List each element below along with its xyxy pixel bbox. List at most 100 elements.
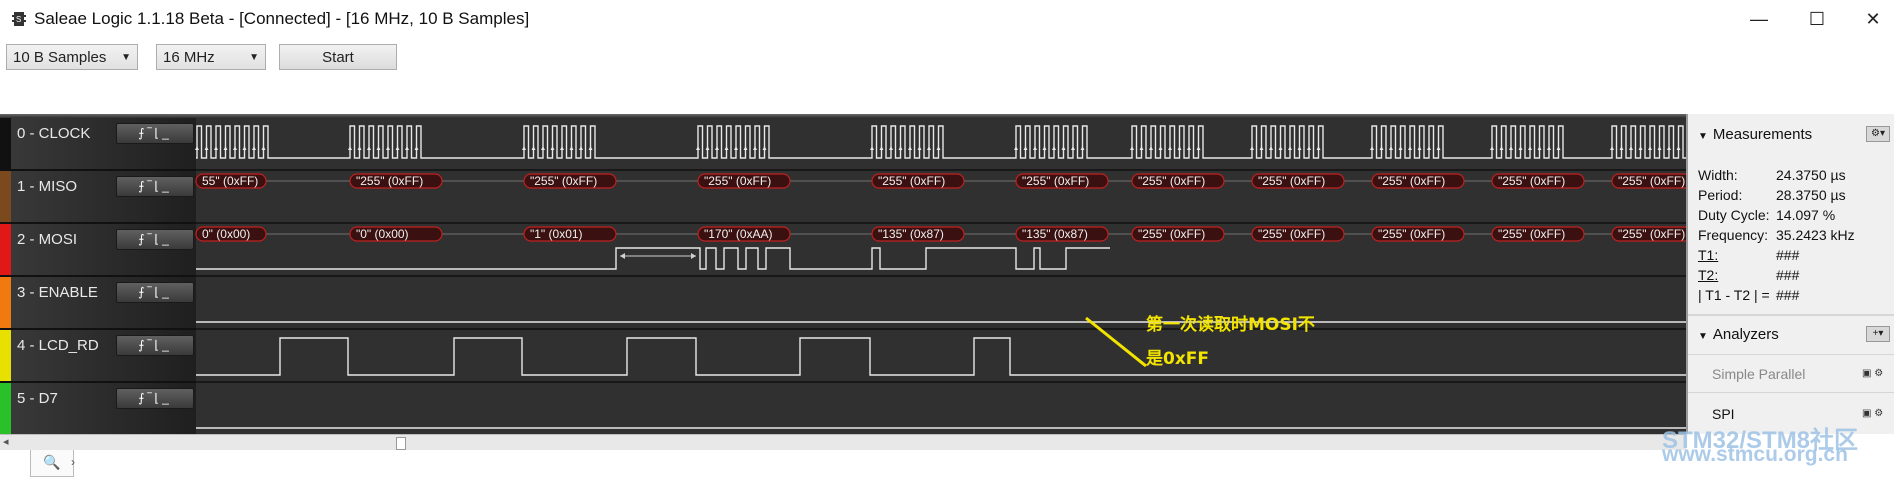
measurement-value-t2: ### xyxy=(1776,267,1800,283)
clock-waveform xyxy=(196,125,1686,159)
window-title: Saleae Logic 1.1.18 Beta - [Connected] -… xyxy=(34,9,530,28)
clock-edge-arrow xyxy=(724,146,729,150)
maximize-button[interactable]: ☐ xyxy=(1794,6,1840,32)
measurements-title: Measurements xyxy=(1712,126,1813,143)
clock-edge-arrow xyxy=(1278,146,1283,150)
clock-edge-arrow xyxy=(1648,146,1652,150)
sample-count-dropdown[interactable]: 10 B Samples ▼ xyxy=(6,44,138,70)
clock-edge-arrow xyxy=(1288,146,1292,150)
clock-edge-arrow xyxy=(386,146,390,150)
annotation-pointer-line xyxy=(1085,316,1147,368)
annotation-line-2: 是0xFF xyxy=(1146,349,1210,369)
clock-edge-arrow xyxy=(560,146,564,150)
annotation-line-1: 第一次读取时MOSI不 xyxy=(1146,315,1315,335)
clock-edge-arrow xyxy=(1556,146,1561,150)
measurements-gear-icon[interactable]: ⚙▾ xyxy=(1866,126,1890,142)
minimize-button[interactable]: — xyxy=(1736,6,1782,32)
clock-edge-arrow xyxy=(195,146,199,150)
scroll-left-arrow-icon[interactable]: ◂ xyxy=(3,435,9,448)
clock-edge-arrow xyxy=(569,146,574,150)
mosi-byte-label: "255" (0xFF) xyxy=(1378,227,1445,241)
miso-byte-label: "255" (0xFF) xyxy=(878,174,945,188)
clock-edge-arrow xyxy=(1667,146,1671,150)
mosi-byte-label: 0" (0x00) xyxy=(202,227,250,241)
analyzer-item-simple-parallel[interactable]: Simple Parallel xyxy=(1712,366,1805,382)
clock-edge-arrow xyxy=(376,146,381,150)
measurement-label-width: Width: xyxy=(1698,167,1738,183)
miso-byte-label: "255" (0xFF) xyxy=(1618,174,1685,188)
analyzers-header[interactable]: ▼ Analyzers xyxy=(1698,326,1779,343)
clock-edge-arrow xyxy=(1042,146,1047,150)
clock-edge-arrow xyxy=(252,146,256,150)
clock-edge-arrow xyxy=(1014,146,1018,150)
analyzer-controls-icon[interactable]: ▣ ⚙ xyxy=(1862,368,1892,380)
measurement-label-t2[interactable]: T2: xyxy=(1698,267,1718,283)
clock-edge-arrow xyxy=(1417,146,1422,150)
miso-byte-label: "255" (0xFF) xyxy=(704,174,771,188)
clock-edge-arrow xyxy=(1657,146,1662,150)
measurement-arrow-head xyxy=(691,253,696,259)
clock-edge-arrow xyxy=(1528,146,1532,150)
miso-byte-label: 55" (0xFF) xyxy=(202,174,258,188)
sample-count-value: 10 B Samples xyxy=(13,49,107,66)
start-button[interactable]: Start xyxy=(279,44,397,70)
clock-edge-arrow xyxy=(1379,146,1384,150)
clock-edge-arrow xyxy=(927,146,931,150)
title-bar: S Saleae Logic 1.1.18 Beta - [Connected]… xyxy=(0,0,1894,38)
clock-edge-arrow xyxy=(1547,146,1551,150)
analyzer-controls-icon[interactable]: ▣ ⚙ xyxy=(1862,408,1892,420)
clock-edge-arrow xyxy=(1196,146,1201,150)
mosi-byte-label: "1" (0x01) xyxy=(530,227,583,241)
clock-edge-arrow xyxy=(357,146,362,150)
clock-edge-arrow xyxy=(233,146,237,150)
clock-edge-arrow xyxy=(1168,146,1172,150)
clock-edge-arrow xyxy=(1052,146,1056,150)
clock-edge-arrow xyxy=(204,146,209,150)
horizontal-scrollbar[interactable]: ◂ xyxy=(0,434,1686,451)
clock-edge-arrow xyxy=(889,146,893,150)
clock-edge-arrow xyxy=(522,146,526,150)
mosi-byte-label: "170" (0xAA) xyxy=(704,227,773,241)
clock-edge-arrow xyxy=(1139,146,1144,150)
close-button[interactable]: ✕ xyxy=(1850,6,1894,32)
collapse-triangle-icon: ▼ xyxy=(1698,131,1708,142)
collapse-triangle-icon: ▼ xyxy=(1698,331,1708,342)
measurements-header[interactable]: ▼ Measurements xyxy=(1698,126,1812,143)
add-analyzer-icon[interactable]: +▾ xyxy=(1866,326,1890,342)
mosi-byte-label: "255" (0xFF) xyxy=(1498,227,1565,241)
sample-rate-dropdown[interactable]: 16 MHz ▼ xyxy=(156,44,266,70)
chevron-down-icon: ▼ xyxy=(121,52,131,63)
clock-edge-arrow xyxy=(1297,146,1302,150)
clock-edge-arrow xyxy=(214,146,218,150)
clock-edge-arrow xyxy=(1619,146,1624,150)
mosi-byte-label: "135" (0x87) xyxy=(1022,227,1088,241)
sample-rate-value: 16 MHz xyxy=(163,49,215,66)
clock-edge-arrow xyxy=(1427,146,1431,150)
clock-edge-arrow xyxy=(908,146,912,150)
side-panel: ▼ Measurements ⚙▾ Width: 24.3750 µs Perio… xyxy=(1686,114,1894,434)
measurement-value-frequency: 35.2423 kHz xyxy=(1776,227,1855,243)
chevron-down-icon: ▼ xyxy=(249,52,259,63)
clock-edge-arrow xyxy=(1307,146,1311,150)
miso-byte-label: "255" (0xFF) xyxy=(1498,174,1565,188)
clock-edge-arrow xyxy=(1149,146,1153,150)
clock-edge-arrow xyxy=(1436,146,1441,150)
miso-byte-label: "255" (0xFF) xyxy=(530,174,597,188)
measurement-label-frequency: Frequency: xyxy=(1698,227,1769,243)
mosi-waveform xyxy=(196,247,1110,270)
measurement-value-period: 28.3750 µs xyxy=(1776,187,1846,203)
measurement-value-width: 24.3750 µs xyxy=(1776,167,1846,183)
clock-edge-arrow xyxy=(1033,146,1037,150)
miso-byte-label: "255" (0xFF) xyxy=(356,174,423,188)
clock-edge-arrow xyxy=(1158,146,1163,150)
clock-edge-arrow xyxy=(1389,146,1393,150)
clock-edge-arrow xyxy=(395,146,400,150)
clock-edge-arrow xyxy=(705,146,710,150)
clock-edge-arrow xyxy=(1071,146,1075,150)
measurement-value-delta: ### xyxy=(1776,287,1800,303)
measurement-label-t1[interactable]: T1: xyxy=(1698,247,1718,263)
clock-edge-arrow xyxy=(1370,146,1374,150)
tab-next-arrow-icon[interactable]: › xyxy=(64,450,82,476)
scrollbar-thumb[interactable] xyxy=(396,437,406,450)
mosi-byte-label: "255" (0xFF) xyxy=(1618,227,1685,241)
